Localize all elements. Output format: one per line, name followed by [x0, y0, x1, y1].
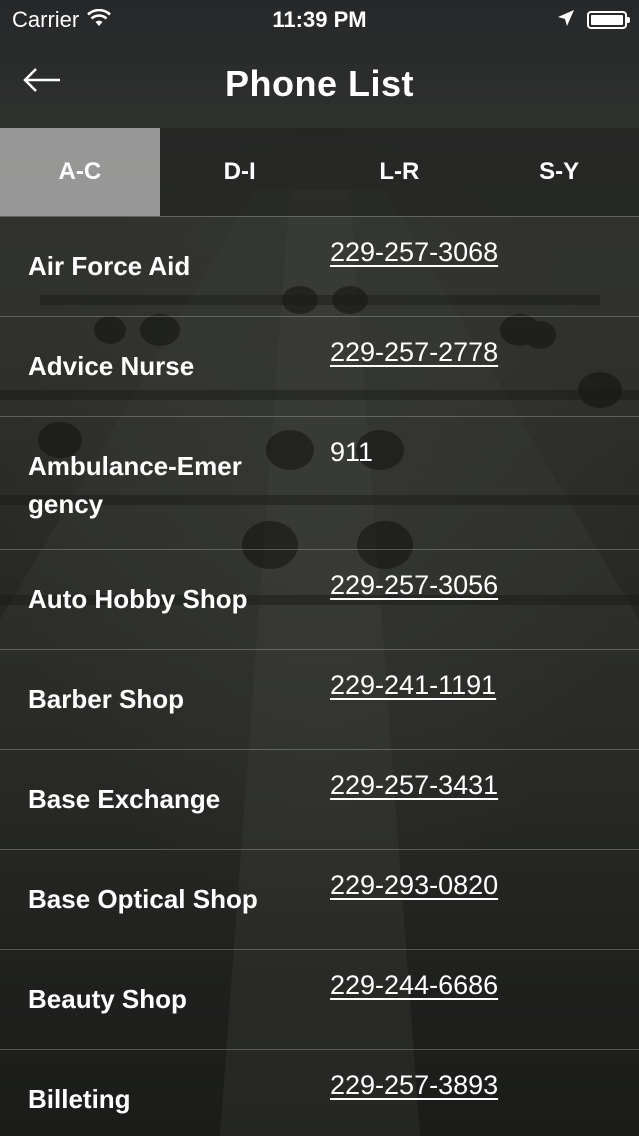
alphabet-tab-bar: A-C D-I L-R S-Y	[0, 128, 639, 216]
tab-d-i[interactable]: D-I	[159, 128, 320, 216]
page-title: Phone List	[224, 63, 414, 104]
contact-name: Auto Hobby Shop	[28, 584, 248, 614]
contact-name: Air Force Aid	[28, 251, 191, 281]
list-item: Auto Hobby Shop 229-257-3056	[0, 549, 639, 649]
phone-link[interactable]: 229-257-3893	[330, 1070, 498, 1100]
list-item: Barber Shop 229-241-1191	[0, 649, 639, 749]
battery-icon	[587, 11, 630, 29]
list-item: Ambulance-Emergency 911	[0, 416, 639, 549]
back-button[interactable]	[22, 60, 72, 104]
phone-link[interactable]: 229-257-3068	[330, 237, 498, 267]
status-bar: Carrier 11:39 PM	[0, 0, 639, 40]
list-item: Beauty Shop 229-244-6686	[0, 949, 639, 1049]
contact-name: Advice Nurse	[28, 351, 195, 381]
list-item: Base Exchange 229-257-3431	[0, 749, 639, 849]
contact-name: Beauty Shop	[28, 984, 187, 1014]
phone-number: 911	[330, 437, 374, 467]
list-item: Advice Nurse 229-257-2778	[0, 316, 639, 416]
contact-name: Base Exchange	[28, 784, 221, 814]
contact-name: Barber Shop	[28, 684, 185, 714]
phone-list[interactable]: Air Force Aid 229-257-3068 Advice Nurse …	[0, 216, 639, 1136]
carrier-label: Carrier	[12, 7, 80, 32]
tab-l-r[interactable]: L-R	[319, 128, 480, 216]
arrow-left-icon	[22, 67, 62, 98]
wifi-icon	[87, 7, 112, 33]
tab-s-y[interactable]: S-Y	[479, 128, 639, 216]
contact-name: Billeting	[28, 1084, 131, 1114]
phone-link[interactable]: 229-257-2778	[330, 337, 498, 367]
navigation-bar: Phone List	[0, 40, 639, 128]
phone-link[interactable]: 229-293-0820	[330, 870, 498, 900]
tab-a-c[interactable]: A-C	[0, 128, 160, 216]
phone-link[interactable]: 229-244-6686	[330, 970, 498, 1000]
list-item: Base Optical Shop 229-293-0820	[0, 849, 639, 949]
phone-link[interactable]: 229-257-3431	[330, 770, 498, 800]
contact-name: Ambulance-Emergency	[28, 451, 242, 519]
location-arrow-icon	[557, 7, 575, 33]
list-item: Air Force Aid 229-257-3068	[0, 216, 639, 316]
contact-name: Base Optical Shop	[28, 884, 258, 914]
phone-link[interactable]: 229-241-1191	[330, 670, 496, 700]
phone-link[interactable]: 229-257-3056	[330, 570, 498, 600]
list-item: Billeting 229-257-3893	[0, 1049, 639, 1136]
